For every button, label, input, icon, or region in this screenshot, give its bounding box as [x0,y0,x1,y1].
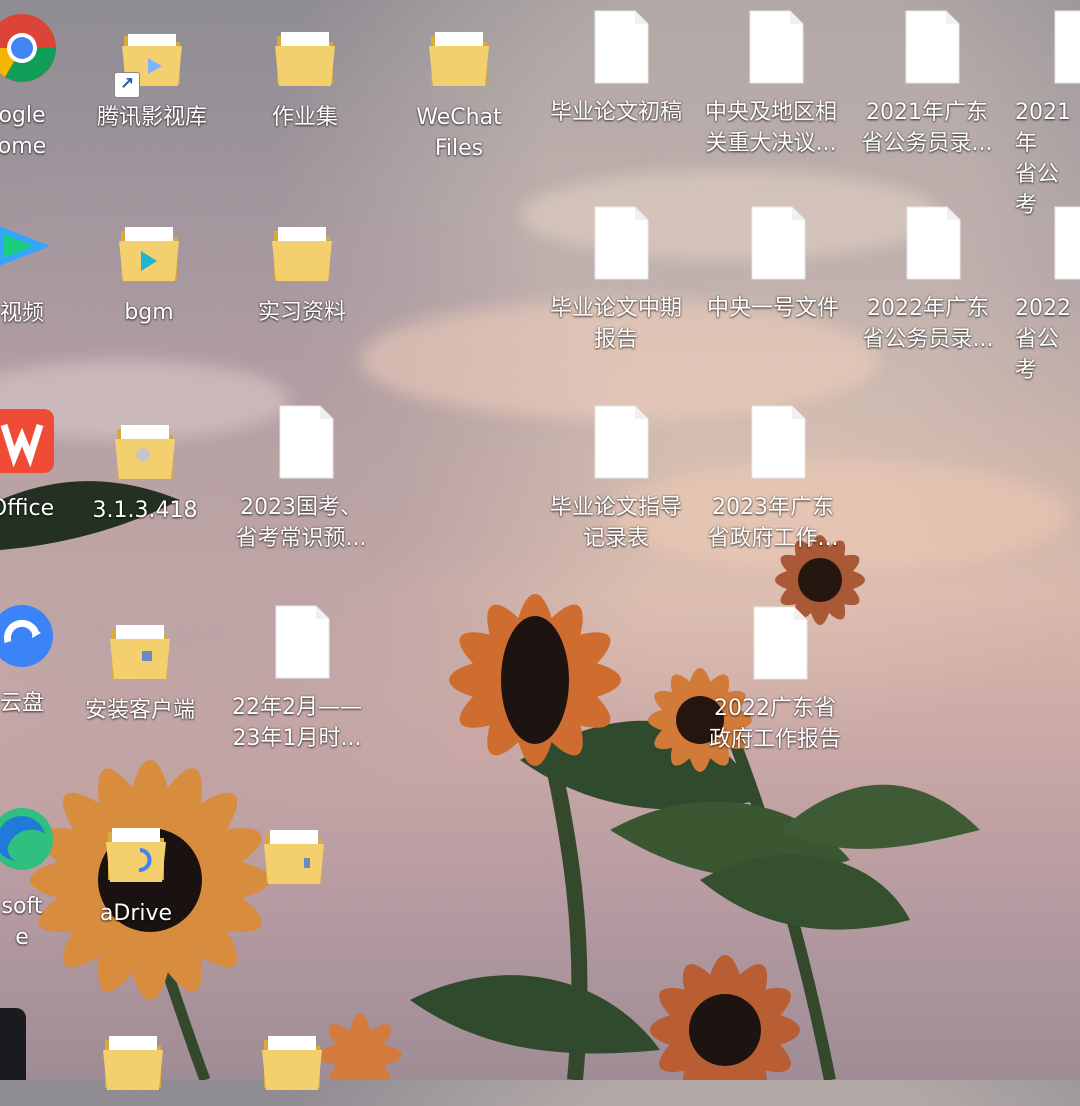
document-icon [739,605,811,683]
desktop-icon-bgm[interactable]: bgm [69,209,229,328]
desktop-icon-2022-partial[interactable]: 2022 省公考 [995,205,1080,386]
desktop-icon-folder-row6-left[interactable] [53,1018,213,1106]
desktop-icon-label: 毕业论文初稿 [549,100,682,125]
chrome-icon [0,12,58,90]
desktop-icon-thesis-midterm[interactable]: 毕业论文中期 报告 [536,205,696,355]
desktop-icon-label: 腾讯影视库 [96,105,207,130]
desktop-icon-folder-row6-right[interactable] [212,1018,372,1106]
desktop-icon-label: 中央一号文件 [706,296,839,321]
document-icon [737,404,809,482]
folder-icon [266,209,338,287]
document-icon [892,205,964,283]
folder-icon [269,14,341,92]
document-icon [580,205,652,283]
document-icon [891,9,963,87]
desktop-icon-label: 2022年广东 省公务员录... [862,296,994,352]
desktop-icon-label: aDrive [99,901,173,926]
desktop-icon-label: 毕业论文指导 记录表 [549,495,682,551]
desktop-icon-time-period-document[interactable]: 22年2月—— 23年1月时... [217,604,377,754]
folder-icon [113,209,185,287]
desktop-icon-label: 作业集 [271,105,338,130]
desktop-icon-install-client[interactable]: 安装客户端 [60,607,220,726]
desktop-icon-homework-folder[interactable]: 作业集 [225,14,385,133]
folder-icon [104,607,176,685]
document-icon [265,404,337,482]
folder-icon [423,14,495,92]
desktop-icon-adrive[interactable]: aDrive [56,810,216,929]
folder-icon [109,407,181,485]
cloud-drive-icon [0,600,58,678]
folder-icon [258,812,330,890]
desktop-icon-tencent-video-library[interactable]: ↗ 腾讯影视库 [72,14,232,133]
desktop-icon-wechat-files[interactable]: WeChat Files [379,14,539,164]
desktop-icon-thesis-draft[interactable]: 毕业论文初稿 [536,9,696,128]
document-icon [261,604,333,682]
document-icon [1040,9,1080,87]
edge-icon [0,803,58,881]
desktop-icon-folder-bottom[interactable] [214,812,374,900]
document-icon [580,9,652,87]
desktop-icon-label: 安装客户端 [84,698,195,723]
shortcut-arrow-icon: ↗ [114,72,140,98]
desktop-icon-2023-government-report[interactable]: 2023年广东 省政府工作... [693,404,853,554]
desktop-icon-label: 2022广东省 政府工作报告 [708,696,841,752]
desktop-icon-thesis-guidance[interactable]: 毕业论文指导 记录表 [536,404,696,554]
desktop-icon-2021-partial[interactable]: 2021年 省公考 [995,9,1080,221]
video-app-icon [0,210,58,288]
desktop-icon-label: 毕业论文中期 报告 [549,296,682,352]
desktop-icon-label: 3.1.3.418 [92,498,198,523]
desktop-icon-label: 2023国考、 省考常识预... [235,495,367,551]
document-icon [1040,205,1080,283]
desktop-icon-label: 2023年广东 省政府工作... [707,495,839,551]
folder-icon [100,810,172,888]
desktop-icon-label: 22年2月—— 23年1月时... [232,695,362,751]
desktop-icon-general-knowledge[interactable]: 2023国考、 省考常识预... [221,404,381,554]
desktop-icon-central-no1[interactable]: 中央一号文件 [693,205,853,324]
desktop-icon-grid: ogle ome ↗ 腾讯影视库 作业集 WeChat Files 毕业论文初稿… [0,0,1080,1090]
desktop-icon-label: 2022 省公考 [1015,296,1071,383]
taskbar-edge[interactable] [0,1008,26,1080]
folder-icon [97,1018,169,1096]
desktop-icon-2022-government-report[interactable]: 2022广东省 政府工作报告 [695,605,855,755]
desktop-icon-2021-civil-service[interactable]: 2021年广东 省公务员录... [847,9,1007,159]
document-icon [737,205,809,283]
desktop-icon-version-folder[interactable]: 3.1.3.418 [65,407,225,526]
desktop-icon-label: bgm [124,300,174,325]
folder-icon [256,1018,328,1096]
desktop-icon-internship-materials[interactable]: 实习资料 [222,209,382,328]
folder-icon: ↗ [114,14,188,98]
desktop-icon-label: WeChat Files [416,105,502,161]
wps-icon [0,405,58,483]
desktop-icon-label: 中央及地区相 关重大决议... [704,100,837,156]
desktop-icon-label: 实习资料 [257,300,346,325]
desktop-icon-label: 2021年广东 省公务员录... [861,100,993,156]
desktop-icon-label: 2021年 省公考 [1015,100,1071,218]
document-icon [735,9,807,87]
desktop-icon-2022-civil-service[interactable]: 2022年广东 省公务员录... [848,205,1008,355]
document-icon [580,404,652,482]
desktop-icon-central-decisions[interactable]: 中央及地区相 关重大决议... [691,9,851,159]
